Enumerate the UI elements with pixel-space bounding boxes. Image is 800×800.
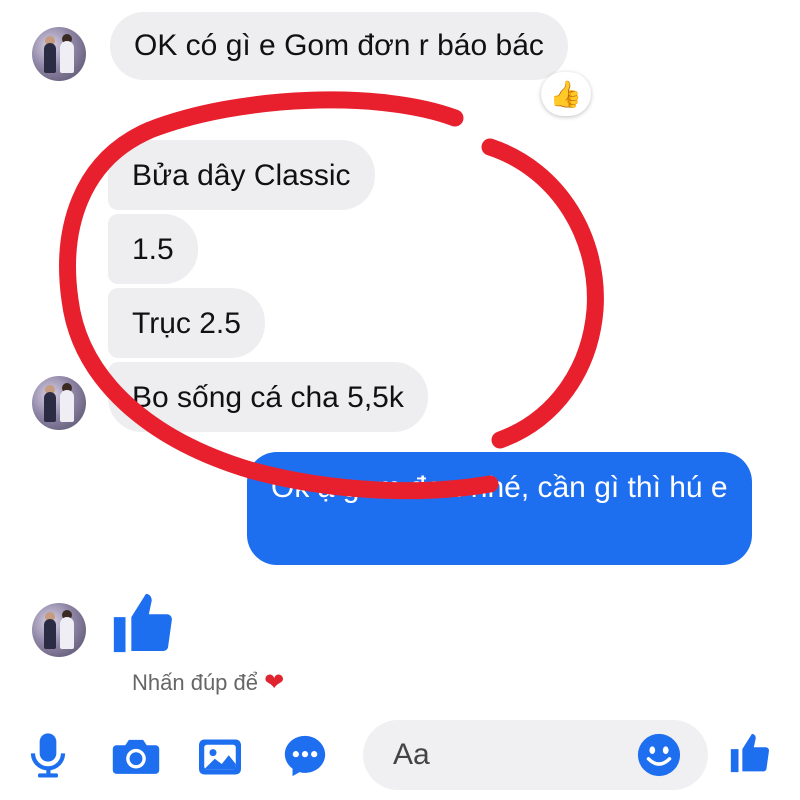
message-input[interactable]: Aa <box>363 720 708 790</box>
message-text: 1.5 <box>132 233 174 266</box>
message-text: Bo sống cá cha 5,5k <box>132 381 404 414</box>
message-bubble[interactable]: Bửa dây Classic <box>108 140 375 210</box>
message-text: OK có gì e Gom đơn r báo bác <box>134 29 544 62</box>
avatar[interactable] <box>32 376 86 430</box>
reaction-badge[interactable]: 👍 <box>541 72 591 116</box>
more-icon[interactable] <box>283 734 327 778</box>
message-text: Ok ạ gom đơn nhé, cần gì thì hú e <box>271 471 728 504</box>
annotation-stroke-right <box>481 138 604 449</box>
sent-message-bubble[interactable]: Ok ạ gom đơn nhé, cần gì thì hú e <box>247 452 752 565</box>
thumbs-up-reaction-icon: 👍 <box>549 79 583 109</box>
heart-icon: ❤ <box>264 669 285 696</box>
message-bubble[interactable]: OK có gì e Gom đơn r báo bác <box>110 12 568 80</box>
thumbs-up-icon[interactable] <box>108 588 178 658</box>
message-bubble[interactable]: 1.5 <box>108 214 198 284</box>
message-text: Bửa dây Classic <box>132 159 351 192</box>
image-icon[interactable] <box>197 736 243 778</box>
message-bubble[interactable]: Bo sống cá cha 5,5k <box>108 362 428 432</box>
microphone-icon[interactable] <box>28 730 68 780</box>
double-tap-hint-text: Nhấn đúp để <box>132 670 258 695</box>
message-input-placeholder: Aa <box>393 738 430 771</box>
message-bubble[interactable]: Trục 2.5 <box>108 288 265 358</box>
avatar[interactable] <box>32 603 86 657</box>
double-tap-hint: Nhấn đúp để ❤ <box>132 668 284 697</box>
emoji-icon[interactable] <box>636 732 682 778</box>
avatar[interactable] <box>32 27 86 81</box>
thumbs-up-send-icon[interactable] <box>727 730 773 776</box>
message-text: Trục 2.5 <box>132 307 241 340</box>
camera-icon[interactable] <box>111 734 161 778</box>
